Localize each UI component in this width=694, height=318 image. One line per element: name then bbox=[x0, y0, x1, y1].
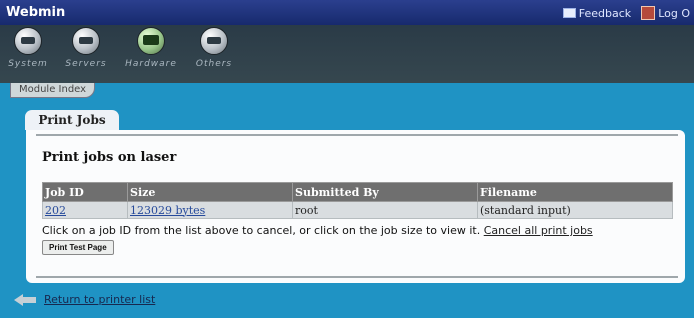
column-header: Size bbox=[127, 182, 293, 202]
page-heading: Print jobs on laser bbox=[42, 150, 177, 165]
divider bbox=[36, 134, 678, 136]
title-bar: Webmin Feedback Log O bbox=[0, 0, 694, 25]
category-others[interactable]: Others bbox=[186, 27, 242, 69]
module-index-link[interactable]: Module Index bbox=[10, 83, 96, 98]
top-links: Feedback Log O bbox=[562, 6, 690, 20]
job-id-cell: 202 bbox=[42, 201, 128, 219]
category-system[interactable]: System bbox=[0, 27, 56, 69]
return-label: Return to printer list bbox=[44, 293, 156, 306]
job-id-link[interactable]: 202 bbox=[45, 204, 66, 217]
print-test-page-button[interactable]: Print Test Page bbox=[42, 240, 114, 255]
hint-text-line: Click on a job ID from the list above to… bbox=[42, 224, 593, 237]
category-label: Others bbox=[195, 59, 233, 69]
tab-print-jobs[interactable]: Print Jobs bbox=[25, 110, 119, 130]
column-header: Submitted By bbox=[292, 182, 478, 202]
content-panel: Print jobs on laser Job ID Size Submitte… bbox=[26, 130, 685, 283]
logout-icon bbox=[641, 6, 656, 20]
feedback-link[interactable]: Feedback bbox=[562, 6, 632, 20]
submitted-by-cell: root bbox=[292, 201, 478, 219]
app-title: Webmin bbox=[6, 5, 66, 20]
size-cell: 123029 bytes bbox=[127, 201, 293, 219]
back-arrow-icon bbox=[14, 293, 36, 306]
category-toolbar: System Servers Hardware Others bbox=[0, 25, 694, 83]
logout-link[interactable]: Log O bbox=[641, 6, 690, 20]
category-hardware[interactable]: Hardware bbox=[123, 27, 179, 69]
envelope-icon bbox=[562, 8, 576, 18]
divider bbox=[36, 276, 678, 278]
column-header: Filename bbox=[477, 182, 673, 202]
servers-icon bbox=[72, 27, 100, 55]
filename-cell: (standard input) bbox=[477, 201, 673, 219]
feedback-label: Feedback bbox=[578, 6, 632, 20]
category-label: Servers bbox=[65, 59, 107, 69]
table-row: 202 123029 bytes root (standard input) bbox=[42, 201, 673, 219]
logout-label: Log O bbox=[658, 6, 690, 20]
print-jobs-table: Job ID Size Submitted By Filename 202 12… bbox=[42, 182, 673, 219]
cancel-all-link[interactable]: Cancel all print jobs bbox=[484, 224, 593, 237]
hint-text: Click on a job ID from the list above to… bbox=[42, 224, 481, 237]
table-header-row: Job ID Size Submitted By Filename bbox=[42, 182, 673, 202]
category-label: Hardware bbox=[125, 59, 177, 69]
category-servers[interactable]: Servers bbox=[58, 27, 114, 69]
job-size-link[interactable]: 123029 bytes bbox=[130, 204, 205, 217]
category-label: System bbox=[8, 59, 48, 69]
system-icon bbox=[14, 27, 42, 55]
others-icon bbox=[200, 27, 228, 55]
hardware-icon bbox=[137, 27, 165, 55]
return-link[interactable]: Return to printer list bbox=[14, 293, 155, 306]
column-header: Job ID bbox=[42, 182, 128, 202]
